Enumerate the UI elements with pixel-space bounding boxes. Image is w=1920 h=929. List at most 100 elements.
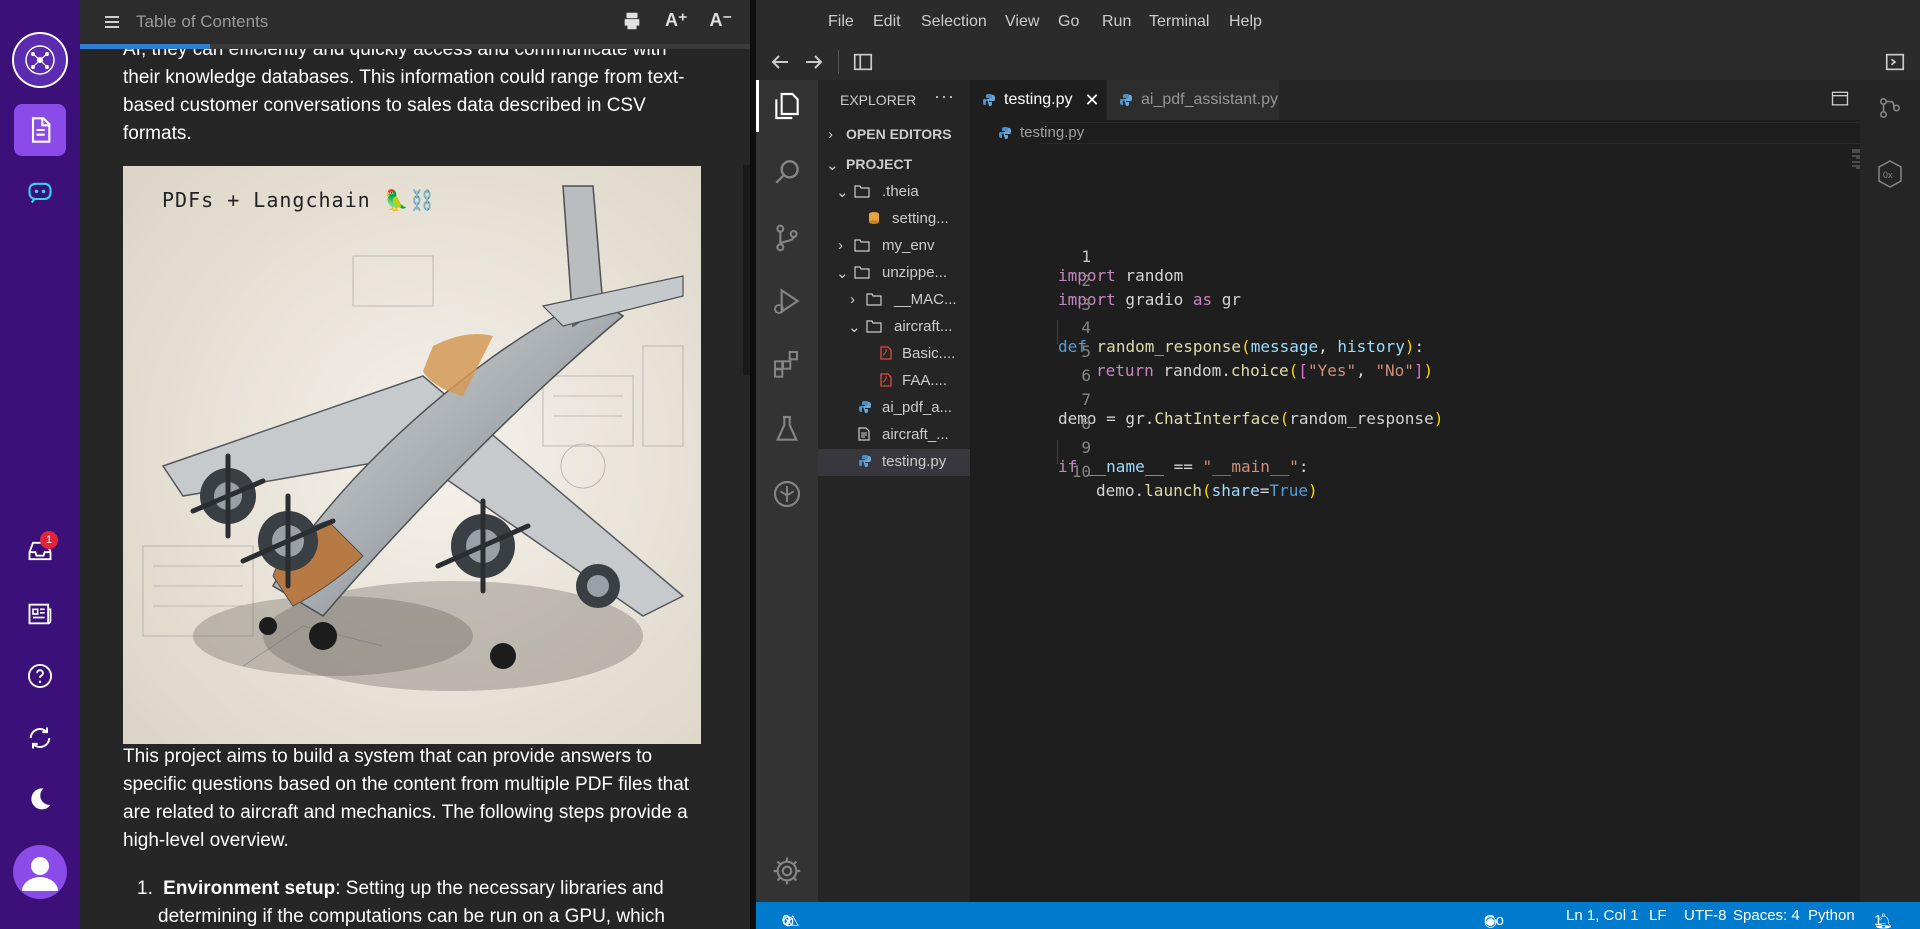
user-avatar[interactable]: [13, 845, 67, 899]
menu-file[interactable]: File: [828, 13, 854, 31]
tree-folder-unzipped[interactable]: ⌄ unzippe...: [818, 260, 970, 287]
menu-terminal[interactable]: Terminal: [1149, 13, 1209, 31]
app-rail: 1: [0, 0, 80, 929]
run-debug-icon[interactable]: [771, 285, 803, 317]
settings-gear-icon[interactable]: [771, 855, 803, 887]
app-logo[interactable]: [12, 32, 68, 88]
code-token: =: [1259, 481, 1270, 500]
text-line: their knowledge databases. This informat…: [123, 67, 685, 88]
testing-flask-icon[interactable]: [771, 413, 803, 445]
reader-tools: A⁺ A⁻: [621, 10, 732, 32]
tree-file-basic-pdf[interactable]: Basic....: [818, 341, 970, 368]
inbox-button[interactable]: 1: [14, 525, 66, 577]
tab-label: ai_pdf_assistant.py: [1141, 91, 1278, 108]
code-line-4[interactable]: 4 def random_response(message, history):: [970, 299, 1424, 356]
tree-file-faa-pdf[interactable]: FAA....: [818, 368, 970, 395]
git-graph-icon[interactable]: [1877, 95, 1903, 121]
tree-file-aircraft-txt[interactable]: aircraft_...: [818, 422, 970, 449]
tab-ai-pdf-assistant[interactable]: ai_pdf_assistant.py: [1107, 80, 1279, 120]
menu-icon[interactable]: [104, 12, 120, 32]
news-button[interactable]: [14, 588, 66, 640]
hex-extension-icon[interactable]: 0x: [1877, 160, 1903, 188]
chevron-right-icon: ›: [838, 237, 843, 254]
tree-label: aircraft...: [894, 318, 953, 335]
tree-label: my_env: [882, 237, 935, 254]
code-line-9[interactable]: 9 if __name__ == "__main__":: [970, 419, 1308, 476]
tree-folder-theia[interactable]: ⌄ .theia: [818, 179, 970, 206]
list-line-text: determining if the computations can be r…: [158, 906, 665, 927]
forward-arrow-icon[interactable]: [802, 50, 826, 74]
code-line-6[interactable]: 6: [970, 347, 1091, 385]
chat-bot-button[interactable]: [14, 166, 66, 218]
menu-go[interactable]: Go: [1058, 13, 1079, 31]
user-icon: [22, 857, 58, 891]
code-line-8[interactable]: 8: [970, 395, 1091, 433]
tree-file-settings[interactable]: setting...: [818, 206, 970, 233]
toggle-sidebar-icon[interactable]: [852, 51, 874, 73]
print-icon[interactable]: [621, 10, 643, 32]
indentation-indicator[interactable]: Spaces: 4: [1733, 907, 1800, 924]
code-line-10[interactable]: 10 demo.launch(share=True): [970, 443, 1318, 500]
code-line-5[interactable]: 5 return random.choice(["Yes", "No"]): [970, 323, 1433, 380]
source-control-icon[interactable]: [771, 222, 803, 254]
python-file-icon: [982, 93, 996, 107]
project-section[interactable]: ⌄ PROJECT: [818, 152, 970, 179]
menu-view[interactable]: View: [1005, 13, 1039, 31]
menu-help[interactable]: Help: [1229, 13, 1262, 31]
reader-scrollbar[interactable]: [743, 165, 750, 375]
explorer-more-button[interactable]: ···: [934, 86, 955, 107]
help-button[interactable]: [14, 650, 66, 702]
search-icon[interactable]: [771, 156, 803, 188]
sync-button[interactable]: [14, 712, 66, 764]
tree-folder-macosx[interactable]: › __MAC...: [818, 287, 970, 314]
extensions-icon[interactable]: [771, 348, 803, 380]
notification-count: 1: [1874, 912, 1883, 929]
chevron-down-icon: ⌄: [836, 184, 849, 201]
tree-file-testing-py[interactable]: testing.py: [818, 449, 970, 476]
close-icon[interactable]: ✕: [1084, 90, 1099, 111]
menu-bar: File Edit Selection View Go Run Terminal…: [756, 0, 1920, 44]
tab-testing-py[interactable]: testing.py ✕: [970, 80, 1106, 120]
code-token: random.: [1153, 361, 1231, 380]
back-arrow-icon[interactable]: [768, 50, 792, 74]
current-line-highlight: [1040, 122, 1870, 144]
open-editors-section[interactable]: › OPEN EDITORS: [818, 122, 970, 149]
folder-icon: [854, 184, 870, 198]
dark-mode-button[interactable]: [14, 773, 66, 825]
split-editor-icon[interactable]: [1830, 89, 1850, 109]
tree-label: setting...: [892, 210, 949, 227]
tree-folder-aircraft[interactable]: ⌄ aircraft...: [818, 314, 970, 341]
code-line-3[interactable]: 3: [970, 276, 1091, 314]
tree-folder-my-env[interactable]: › my_env: [818, 233, 970, 260]
tree-label: unzippe...: [882, 264, 948, 281]
python-file-icon: [1119, 93, 1133, 107]
python-file-icon: [858, 400, 872, 414]
menu-run[interactable]: Run: [1102, 13, 1131, 31]
folder-icon: [866, 319, 882, 333]
text-line: based customer conversations to sales da…: [123, 95, 646, 116]
menu-selection[interactable]: Selection: [921, 13, 987, 31]
cursor-position[interactable]: Ln 1, Col 1: [1566, 907, 1639, 924]
code-token: message: [1250, 337, 1319, 356]
reading-button[interactable]: [14, 104, 66, 156]
menu-edit[interactable]: Edit: [873, 13, 901, 31]
code-token: return: [1096, 361, 1154, 380]
font-decrease-button[interactable]: A⁻: [710, 10, 733, 32]
chat-bot-icon: [28, 182, 52, 204]
font-increase-button[interactable]: A⁺: [665, 10, 688, 32]
encoding-indicator[interactable]: UTF-8: [1684, 907, 1727, 924]
language-mode[interactable]: Python: [1808, 907, 1855, 924]
tree-file-ai-pdf-assistant[interactable]: ai_pdf_a...: [818, 395, 970, 422]
list-bold-term: Environment setup: [163, 878, 336, 899]
toc-title[interactable]: Table of Contents: [136, 12, 268, 32]
code-line-2[interactable]: 2 import gradio as gr: [970, 252, 1241, 309]
text-line: formats.: [123, 123, 192, 144]
reader-panel: AI, they can efficiently and quickly acc…: [80, 0, 750, 929]
eol-indicator[interactable]: LF: [1649, 907, 1667, 924]
code-token: choice: [1230, 361, 1289, 380]
code-line-7[interactable]: 7 demo = gr.ChatInterface(random_respons…: [970, 371, 1443, 428]
code-line-1[interactable]: 1 import random: [970, 228, 1183, 285]
skills-network-icon[interactable]: [771, 478, 803, 510]
panel-toggle-icon[interactable]: [1884, 51, 1906, 73]
files-icon[interactable]: [771, 90, 803, 122]
